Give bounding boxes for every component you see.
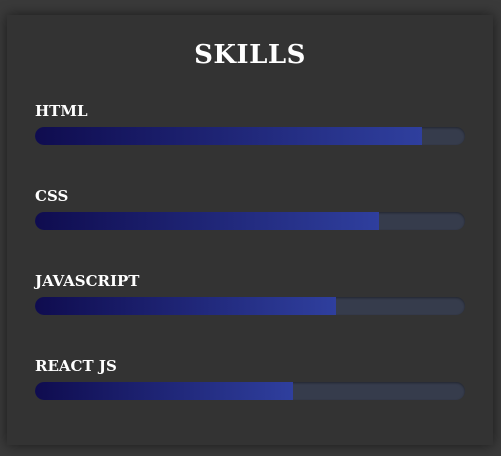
skills-card: SKILLS HTML CSS JAVASCRIPT REACT JS bbox=[7, 15, 493, 445]
skill-progress-track bbox=[35, 297, 465, 315]
skill-progress-fill bbox=[35, 127, 422, 145]
skill-item-html: HTML bbox=[35, 102, 465, 187]
skill-progress-fill bbox=[35, 382, 293, 400]
page-title: SKILLS bbox=[194, 40, 306, 70]
skill-label: REACT JS bbox=[35, 357, 117, 375]
skill-progress-track bbox=[35, 382, 465, 400]
skill-progress-fill bbox=[35, 212, 379, 230]
skill-progress-track bbox=[35, 212, 465, 230]
skill-label: HTML bbox=[35, 102, 88, 120]
skill-progress-track bbox=[35, 127, 465, 145]
skill-progress-fill bbox=[35, 297, 336, 315]
skill-label: CSS bbox=[35, 187, 69, 205]
skill-item-javascript: JAVASCRIPT bbox=[35, 272, 465, 357]
skills-list: HTML CSS JAVASCRIPT REACT JS bbox=[35, 102, 465, 442]
skill-item-react-js: REACT JS bbox=[35, 357, 465, 442]
skill-label: JAVASCRIPT bbox=[35, 272, 140, 290]
skill-item-css: CSS bbox=[35, 187, 465, 272]
